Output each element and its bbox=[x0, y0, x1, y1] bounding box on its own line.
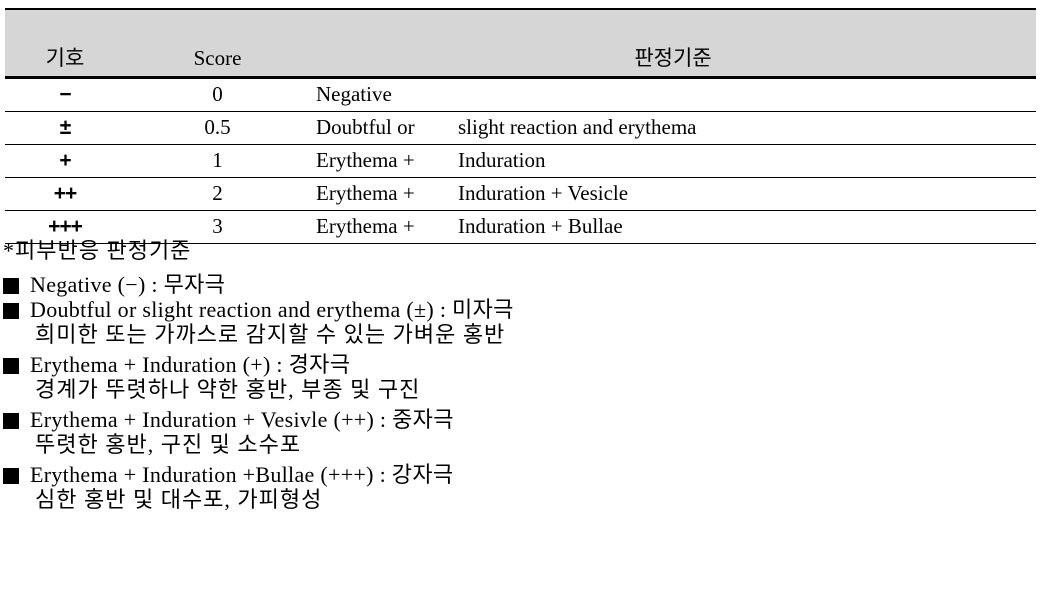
note-heading: Erythema + Induration +Bullae (+++) : 강자… bbox=[3, 464, 1038, 486]
note-item: Erythema + Induration (+) : 경자극 경계가 뚜렷하나… bbox=[3, 354, 1038, 401]
column-header-score: Score bbox=[125, 8, 310, 79]
cell-symbol: ++ bbox=[5, 177, 125, 211]
note-description: 뚜렷한 홍반, 구진 및 소수포 bbox=[35, 432, 302, 457]
criteria-part-a: Erythema + bbox=[316, 148, 415, 173]
note-heading: Negative (−) : 무자극 bbox=[3, 274, 1038, 296]
cell-criteria: Erythema + Induration + Bullae bbox=[310, 210, 1036, 244]
note-heading: Erythema + Induration (+) : 경자극 bbox=[3, 354, 1038, 376]
criteria-part-a: Erythema + bbox=[316, 181, 415, 206]
cell-score: 0 bbox=[125, 77, 310, 112]
criteria-table: 기호 Score 판정기준 − 0 Negative ± 0.5 Doubtfu… bbox=[5, 8, 1036, 244]
note-heading-text: Erythema + Induration (+) : 경자극 bbox=[30, 352, 351, 377]
criteria-part-b: slight reaction and erythema bbox=[458, 115, 697, 140]
cell-score: 2 bbox=[125, 177, 310, 211]
note-description: 희미한 또는 가까스로 감지할 수 있는 가벼운 홍반 bbox=[35, 322, 506, 347]
table-header: 기호 Score 판정기준 bbox=[5, 8, 1036, 79]
criteria-part-a: Doubtful or bbox=[316, 115, 415, 140]
notes-section: *피부반응 판정기준 Negative (−) : 무자극 Doubtful o… bbox=[3, 240, 1038, 519]
criteria-part-a: Negative bbox=[316, 82, 392, 107]
column-header-symbol: 기호 bbox=[5, 8, 125, 79]
note-item: Negative (−) : 무자극 bbox=[3, 274, 1038, 296]
note-item: Erythema + Induration + Vesivle (++) : 중… bbox=[3, 409, 1038, 456]
cell-criteria: Doubtful or slight reaction and erythema bbox=[310, 111, 1036, 145]
filled-square-bullet-icon bbox=[3, 413, 19, 429]
note-heading-text: Erythema + Induration +Bullae (+++) : 강자… bbox=[30, 462, 454, 487]
note-heading: Doubtful or slight reaction and erythema… bbox=[3, 299, 1038, 321]
cell-score: 1 bbox=[125, 144, 310, 178]
filled-square-bullet-icon bbox=[3, 278, 19, 294]
cell-symbol: + bbox=[5, 144, 125, 178]
column-header-criteria: 판정기준 bbox=[310, 8, 1036, 79]
cell-symbol: ± bbox=[5, 111, 125, 145]
criteria-part-b: Induration + Vesicle bbox=[458, 181, 629, 206]
table-header-row: 기호 Score 판정기준 bbox=[5, 8, 1036, 79]
cell-symbol: − bbox=[5, 77, 125, 112]
criteria-part-b: Induration bbox=[458, 148, 546, 173]
note-heading-text: Negative (−) : 무자극 bbox=[30, 272, 226, 297]
cell-criteria: Erythema + Induration + Vesicle bbox=[310, 177, 1036, 211]
filled-square-bullet-icon bbox=[3, 468, 19, 484]
note-heading-text: Doubtful or slight reaction and erythema… bbox=[30, 297, 514, 322]
cell-score: 0.5 bbox=[125, 111, 310, 145]
note-heading-text: Erythema + Induration + Vesivle (++) : 중… bbox=[30, 407, 454, 432]
note-item: Doubtful or slight reaction and erythema… bbox=[3, 299, 1038, 346]
table-row: + 1 Erythema + Induration bbox=[5, 144, 1036, 178]
criteria-part-a: Erythema + bbox=[316, 214, 415, 239]
filled-square-bullet-icon bbox=[3, 303, 19, 319]
skin-reaction-criteria-page: 기호 Score 판정기준 − 0 Negative ± 0.5 Doubtfu… bbox=[0, 0, 1043, 610]
table-body: − 0 Negative ± 0.5 Doubtful or slight re… bbox=[5, 77, 1036, 244]
note-description: 경계가 뚜렷하나 약한 홍반, 부종 및 구진 bbox=[35, 377, 421, 402]
filled-square-bullet-icon bbox=[3, 358, 19, 374]
note-item: Erythema + Induration +Bullae (+++) : 강자… bbox=[3, 464, 1038, 511]
note-heading: Erythema + Induration + Vesivle (++) : 중… bbox=[3, 409, 1038, 431]
table-row: ± 0.5 Doubtful or slight reaction and er… bbox=[5, 111, 1036, 145]
criteria-part-b: Induration + Bullae bbox=[458, 214, 623, 239]
cell-criteria: Erythema + Induration bbox=[310, 144, 1036, 178]
table-row: − 0 Negative bbox=[5, 77, 1036, 112]
note-description: 심한 홍반 및 대수포, 가피형성 bbox=[35, 487, 323, 512]
table-row: ++ 2 Erythema + Induration + Vesicle bbox=[5, 177, 1036, 211]
notes-title: *피부반응 판정기준 bbox=[3, 238, 192, 263]
cell-criteria: Negative bbox=[310, 77, 1036, 112]
